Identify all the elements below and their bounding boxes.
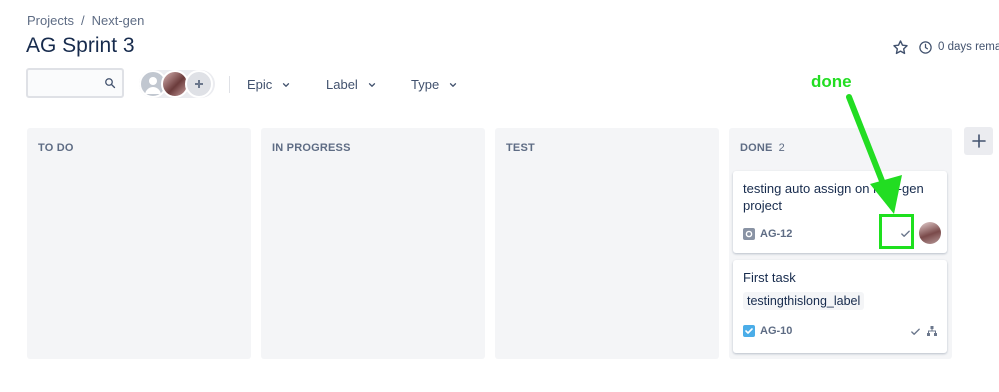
chevron-down-icon <box>368 82 375 87</box>
card-title: First task <box>743 270 796 285</box>
annotation-highlight-box <box>879 214 914 249</box>
toolbar-divider <box>229 76 230 93</box>
type-filter-dropdown[interactable]: Type <box>411 77 458 92</box>
column-title: TO DO <box>38 142 74 154</box>
label-filter-dropdown[interactable]: Label <box>326 77 377 92</box>
issue-label[interactable]: testingthislong_label <box>743 292 865 310</box>
assignee-avatar-group[interactable] <box>139 70 215 98</box>
label-filter-label: Label <box>326 77 358 92</box>
task-checkbox-icon <box>743 325 755 337</box>
story-icon <box>743 228 755 240</box>
issue-key[interactable]: AG-10 <box>743 325 792 337</box>
column-title: TEST <box>506 142 535 154</box>
column-done[interactable]: DONE 2 testing auto assign on next-gen pr… <box>729 128 952 359</box>
clock-icon <box>919 40 932 54</box>
column-issue-count: 2 <box>778 142 785 154</box>
issue-card-ag-10[interactable]: First task testingthislong_label AG-10 <box>733 260 947 353</box>
epic-filter-label: Epic <box>247 77 273 92</box>
star-icon[interactable] <box>890 37 910 57</box>
done-check-icon <box>911 328 920 335</box>
type-filter-label: Type <box>411 77 440 92</box>
issue-card-ag-12[interactable]: testing auto assign on next-gen project … <box>733 171 947 253</box>
days-remaining-text: 0 days remai <box>938 41 999 53</box>
column-todo[interactable]: TO DO <box>27 128 251 359</box>
column-title: DONE 2 <box>740 142 785 154</box>
search-icon <box>105 78 116 89</box>
column-test[interactable]: TEST <box>495 128 719 359</box>
issue-key[interactable]: AG-12 <box>743 228 792 240</box>
issue-key-text: AG-12 <box>760 228 793 240</box>
avatar[interactable] <box>185 70 213 98</box>
sprint-header-actions: 0 days remai <box>890 37 999 57</box>
breadcrumb-next-gen[interactable]: Next-gen <box>92 13 145 28</box>
breadcrumb-separator: / <box>80 13 85 28</box>
chevron-down-icon <box>283 82 290 87</box>
search-box[interactable] <box>26 68 124 98</box>
search-input[interactable] <box>32 71 106 97</box>
subtask-hierarchy-icon <box>927 326 937 336</box>
chevron-down-icon <box>450 82 457 87</box>
issue-key-text: AG-10 <box>760 325 793 337</box>
epic-filter-dropdown[interactable]: Epic <box>247 77 291 92</box>
breadcrumb: Projects / Next-gen <box>27 13 144 28</box>
time-remaining: 0 days remai <box>918 40 999 55</box>
page-title: AG Sprint 3 <box>26 34 135 57</box>
avatar[interactable] <box>919 222 941 244</box>
column-title: IN PROGRESS <box>272 142 351 154</box>
card-title: testing auto assign on next-gen project <box>743 181 924 213</box>
column-in-progress[interactable]: IN PROGRESS <box>261 128 485 359</box>
annotation-text: done <box>811 72 852 91</box>
plus-icon <box>971 134 986 148</box>
breadcrumb-projects[interactable]: Projects <box>27 13 74 28</box>
add-column-button[interactable] <box>964 127 993 155</box>
